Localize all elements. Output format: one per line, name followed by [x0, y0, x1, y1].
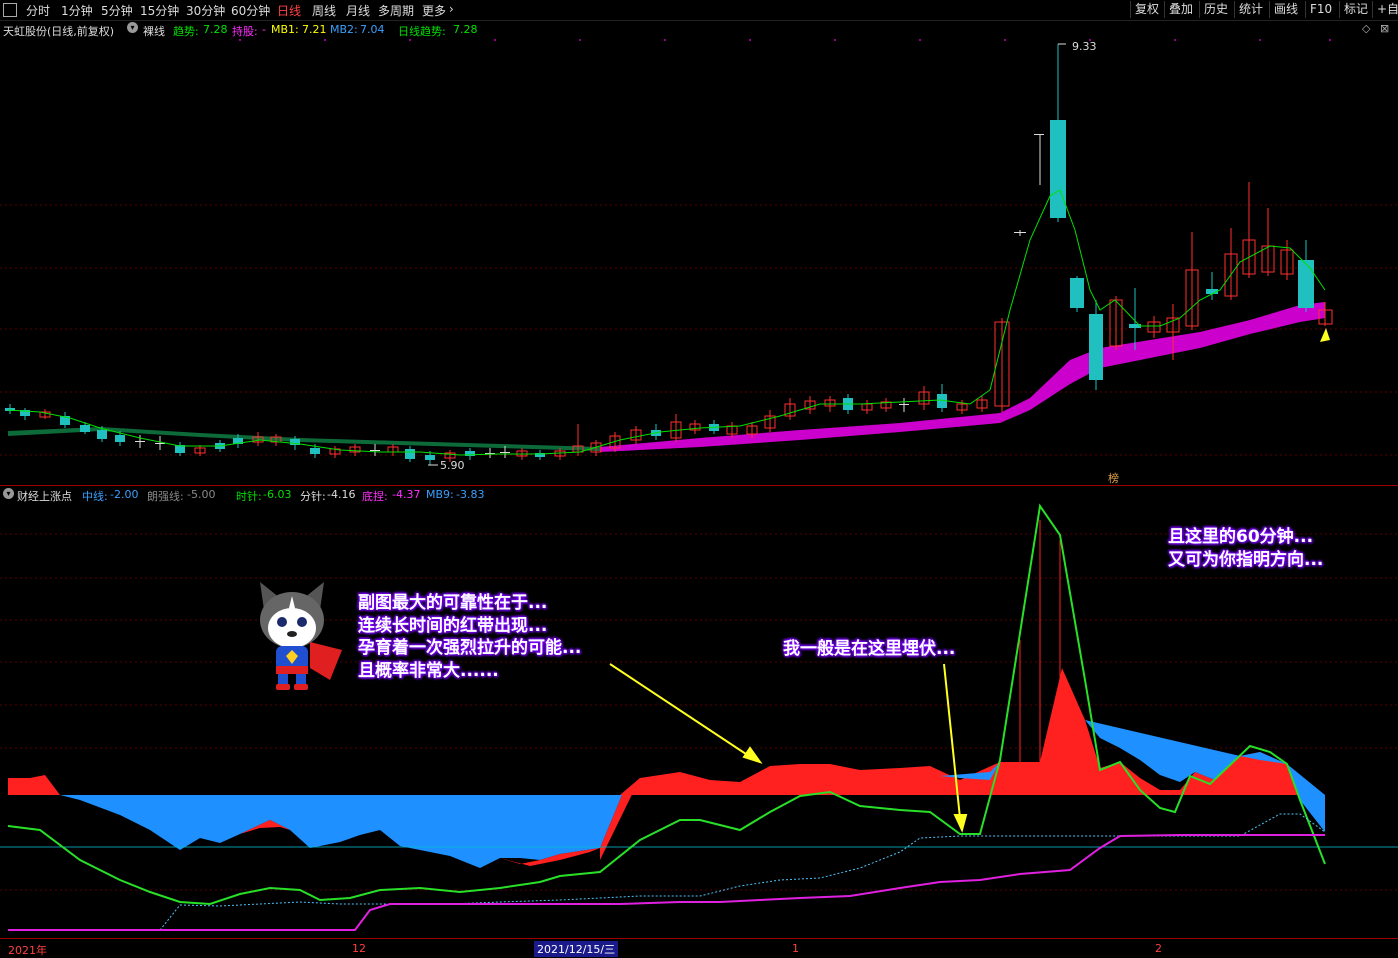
rbtn-4[interactable]: 统计 [1234, 1, 1267, 18]
hold-value: - [262, 23, 266, 36]
axis-cursor-date: 2021/12/15/三 [534, 941, 619, 957]
period-toolbar: 分时 1分钟 5分钟 15分钟 30分钟 60分钟 日线 周线 月线 多周期 更… [0, 0, 1398, 21]
annotation-line: 连续长时间的红带出现... [358, 615, 548, 636]
rbtn-1[interactable]: 复权 [1130, 1, 1163, 18]
axis-label-dec: 12 [352, 942, 366, 955]
period-tab-5[interactable]: 30分钟 [186, 2, 225, 19]
annotation-left: 副图最大的可靠性在于... 连续长时间的红带出现... 孕育着一次强烈拉升的可能… [358, 592, 581, 682]
axis-label-year: 2021年 [8, 944, 47, 957]
period-tab-3[interactable]: 5分钟 [101, 2, 133, 19]
sub-chart-header: ▾ 财经上涨点 中线: -2.00 朗强线: -5.00 时针: -6.03 分… [0, 486, 1398, 503]
mid-line-value: -2.00 [110, 488, 139, 501]
rbtn-5[interactable]: 画线 [1269, 1, 1302, 18]
candle [310, 448, 320, 454]
axis-label-feb: 2 [1155, 942, 1162, 955]
annotation-line: 我一般是在这里埋伏... [783, 639, 956, 659]
mb2-value: 7.04 [360, 23, 385, 36]
period-tab-11[interactable]: 更多 [422, 2, 446, 19]
candle [1050, 120, 1066, 218]
arrow-tip-top [1320, 328, 1330, 342]
period-tab-4[interactable]: 15分钟 [140, 2, 179, 19]
husky-mascot-image [260, 582, 342, 690]
annotation-line: 且概率非常大...... [358, 660, 499, 681]
candle [425, 455, 435, 460]
rbtn-2[interactable]: 叠加 [1164, 1, 1197, 18]
hour-hand-value: -6.03 [263, 488, 292, 501]
price-chart[interactable]: 9.33 5.90 榜 [0, 36, 1398, 484]
close-icon[interactable]: ⊠ [1380, 22, 1389, 35]
mb2-label: MB2: [330, 23, 358, 36]
period-tab-9[interactable]: 月线 [346, 2, 370, 19]
candle [1070, 278, 1084, 308]
menu-icon[interactable] [3, 3, 17, 17]
x-axis: 2021年 12 2021/12/15/三 1 2 [0, 939, 1398, 958]
mb9-value: -3.83 [456, 488, 485, 501]
candle [370, 450, 380, 451]
annotation-line: 且这里的60分钟... [1168, 527, 1314, 547]
period-tab-10[interactable]: 多周期 [378, 2, 414, 19]
top-dots [239, 39, 1331, 41]
candle [115, 435, 125, 442]
sub-dropdown-icon[interactable]: ▾ [3, 488, 14, 499]
minute-hand-value: -4.16 [327, 488, 356, 501]
red-band-left [8, 775, 60, 795]
candlesticks [5, 44, 1333, 465]
dropdown-icon[interactable]: ▾ [127, 22, 138, 33]
period-tab-1[interactable]: 分时 [26, 2, 50, 19]
candle [1298, 260, 1314, 308]
rbtn-3[interactable]: 历史 [1199, 1, 1232, 18]
candle [500, 452, 510, 453]
settings-diamond-icon[interactable]: ◇ [1362, 22, 1370, 35]
annotation-line: 又可为你指明方向... [1168, 549, 1324, 570]
annotation-line: 孕育着一次强烈拉升的可能... [358, 638, 582, 658]
grid-lines [0, 204, 1398, 456]
period-tab-8[interactable]: 周线 [312, 2, 336, 19]
chevron-right-icon[interactable]: › [449, 2, 454, 16]
rbtn-8[interactable]: +自选 [1372, 1, 1398, 18]
candle [405, 449, 415, 459]
period-tab-6[interactable]: 60分钟 [231, 2, 270, 19]
candle [1014, 232, 1026, 233]
bottom-line [8, 834, 1325, 931]
ranking-badge: 榜 [1108, 471, 1119, 484]
candle [899, 404, 909, 405]
bottom-value: -4.37 [392, 488, 421, 501]
mb1-label: MB1: [271, 23, 299, 36]
candle [1034, 134, 1044, 135]
mb1-value: 7.21 [302, 23, 327, 36]
main-chart-header: 天虹股份(日线,前复权) ▾ 裸线 趋势: 7.28 持股: - MB1: 7.… [0, 21, 1398, 38]
candle [80, 425, 90, 432]
candle [97, 430, 107, 439]
annotation-middle: 我一般是在这里埋伏... [783, 638, 955, 661]
candle [1089, 314, 1103, 380]
trend-value: 7.28 [203, 23, 228, 36]
trend-line [7, 189, 1326, 456]
daily-trend-value: 7.28 [453, 23, 478, 36]
annotation-line: 副图最大的可靠性在于... [358, 593, 548, 613]
period-tab-2[interactable]: 1分钟 [61, 2, 93, 19]
low-price-label: 5.90 [440, 459, 465, 472]
strong-line-value: -5.00 [187, 488, 216, 501]
axis-label-jan: 1 [792, 942, 799, 955]
rbtn-7[interactable]: 标记 [1339, 1, 1372, 18]
period-tab-7[interactable]: 日线 [277, 2, 301, 19]
rbtn-6[interactable]: F10 [1305, 1, 1336, 18]
mb9-label: MB9: [426, 488, 454, 501]
annotation-right: 且这里的60分钟... 又可为你指明方向... [1168, 526, 1323, 571]
ma-band-green [8, 427, 600, 451]
candle [135, 441, 145, 442]
blue-area [60, 795, 622, 868]
ma-band-magenta [600, 302, 1325, 452]
high-price-label: 9.33 [1072, 40, 1097, 53]
